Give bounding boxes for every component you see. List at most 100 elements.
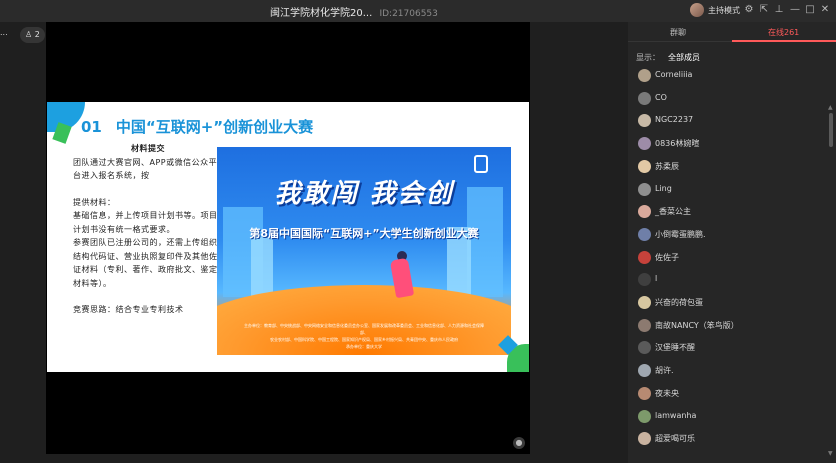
member-name: CO xyxy=(655,92,667,102)
member-item[interactable]: 佐佐子 xyxy=(638,250,818,266)
member-avatar xyxy=(638,318,651,332)
host-mode-label[interactable]: 主持模式 xyxy=(708,5,740,16)
poster-logo xyxy=(474,155,488,173)
settings-icon[interactable]: ⚙ xyxy=(742,3,756,17)
member-avatar xyxy=(638,250,651,264)
tab-group-chat[interactable]: 群聊 xyxy=(670,27,686,38)
member-item[interactable]: 汉堡睡不醒 xyxy=(638,340,818,356)
tab-online[interactable]: 在线261 xyxy=(768,27,799,38)
member-name: 苏柔辰 xyxy=(655,161,679,171)
member-item[interactable]: CO xyxy=(638,91,818,107)
member-item[interactable]: Corneliiia xyxy=(638,68,818,84)
filter-label: 显示： xyxy=(636,53,660,62)
member-name: NGC2237 xyxy=(655,115,694,125)
member-filter[interactable]: 显示： 全部成员 xyxy=(636,52,700,63)
active-tab-indicator xyxy=(732,40,836,42)
member-avatar xyxy=(638,364,651,378)
member-name: 超爱喝可乐 xyxy=(655,434,695,444)
slide-heading: 01 中国“互联网+”创新创业大赛 xyxy=(81,116,313,137)
member-avatar xyxy=(638,227,651,241)
meeting-title: 闽江学院材化学院20... xyxy=(270,8,373,19)
member-item[interactable]: 超爱喝可乐 xyxy=(638,431,818,447)
poster-footer-line: 主办单位：教育部、中央统战部、中央网络安全和信息化委员会办公室、国家发展和改革委… xyxy=(244,323,484,335)
slide-title: 中国“互联网+”创新创业大赛 xyxy=(115,118,314,136)
member-avatar xyxy=(638,296,651,309)
member-item[interactable]: Ling xyxy=(638,182,818,198)
member-item[interactable]: _香菜公主 xyxy=(638,204,818,220)
person-icon: ♙ xyxy=(25,30,33,39)
member-avatar xyxy=(638,114,651,128)
member-item[interactable]: 夜未央 xyxy=(638,386,818,402)
member-item[interactable]: NGC2237 xyxy=(638,113,818,129)
member-name: 南故NANCY（笨鸟版） xyxy=(655,320,739,330)
pin-icon[interactable]: ⊥ xyxy=(772,3,786,17)
poster-footer: 主办单位：教育部、中央统战部、中央网络安全和信息化委员会办公室、国家发展和改革委… xyxy=(241,322,487,350)
member-name: 兴奋的荷包蛋 xyxy=(655,298,703,307)
filter-value[interactable]: 全部成员 xyxy=(668,53,700,62)
member-avatar xyxy=(638,159,651,173)
scroll-down-icon[interactable]: ▼ xyxy=(828,450,833,457)
member-avatar xyxy=(638,409,651,423)
scrollbar-thumb[interactable] xyxy=(829,113,833,147)
member-avatar xyxy=(638,273,651,287)
host-avatar[interactable] xyxy=(690,3,704,17)
viewer-count-badge[interactable]: ♙ 2 xyxy=(20,27,45,43)
shared-slide: 01 中国“互联网+”创新创业大赛 材料提交 团队通过大赛官网、APP或微信公众平… xyxy=(47,102,529,372)
member-avatar xyxy=(638,69,651,82)
member-item[interactable]: l xyxy=(638,272,818,288)
section-title: 材料提交 xyxy=(131,144,165,153)
member-name: Corneliiia xyxy=(655,70,693,79)
maximize-icon[interactable]: □ xyxy=(803,3,817,17)
thinking-line: 竞赛思路：结合专业专利技术 xyxy=(73,305,184,314)
member-name: 小倒霉蛋鹏鹏. xyxy=(655,229,706,239)
left-control[interactable]: ... xyxy=(0,28,8,37)
member-item[interactable]: 胡许. xyxy=(638,363,818,379)
member-avatar xyxy=(638,137,651,151)
member-name: 0836林婉暄 xyxy=(655,139,700,149)
member-item[interactable]: 苏柔辰 xyxy=(638,159,818,175)
member-name: Ling xyxy=(655,183,672,193)
poster-building xyxy=(251,237,273,297)
panel-tabs: 群聊 在线261 xyxy=(628,22,836,42)
member-item[interactable]: 0836林婉暄 xyxy=(638,136,818,152)
para-register: 团队通过大赛官网、APP或微信公众平台进入报名系统，按 xyxy=(73,157,218,181)
slide-body: 材料提交 团队通过大赛官网、APP或微信公众平台进入报名系统，按 提供材料： 基… xyxy=(73,142,223,317)
poster-footer-line: 农业农村部、中国科学院、中国工程院、国家知识产权局、国家乡村振兴局、共青团中央、… xyxy=(270,337,458,342)
member-avatar xyxy=(638,341,651,355)
member-name: 胡许. xyxy=(655,366,674,376)
member-avatar xyxy=(638,205,651,219)
close-icon[interactable]: ✕ xyxy=(818,3,832,17)
minimize-icon[interactable]: — xyxy=(788,3,802,17)
member-name: lamwanha xyxy=(655,410,697,420)
member-avatar xyxy=(638,432,651,446)
member-name: 夜未央 xyxy=(655,388,679,398)
window-title: 闽江学院材化学院20... ID:21706553 xyxy=(270,4,438,19)
share-icon[interactable]: ⇱ xyxy=(757,3,771,17)
member-name: l xyxy=(655,274,658,284)
materials-body: 基础信息，并上传项目计划书等。项目计划书没有统一格式要求。 xyxy=(73,211,218,234)
member-item[interactable]: 小倒霉蛋鹏鹏. xyxy=(638,227,818,243)
scroll-up-icon[interactable]: ▲ xyxy=(828,104,833,111)
title-bar: 闽江学院材化学院20... ID:21706553 主持模式 ⚙ ⇱ ⊥ — □… xyxy=(0,0,836,22)
slide-number: 01 xyxy=(81,118,102,136)
member-name: 佐佐子 xyxy=(655,252,679,262)
member-item[interactable]: lamwanha xyxy=(638,409,818,425)
member-avatar xyxy=(638,182,651,196)
poster-subtitle: 第8届中国国际“互联网+”大学生创新创业大赛 xyxy=(249,227,479,240)
competition-poster: 我敢闯 我会创 第8届中国国际“互联网+”大学生创新创业大赛 主办单位：教育部、… xyxy=(217,147,511,355)
member-avatar xyxy=(638,91,651,105)
member-avatar xyxy=(638,386,651,400)
member-name: 汉堡睡不醒 xyxy=(655,343,695,353)
app-window: 闽江学院材化学院20... ID:21706553 主持模式 ⚙ ⇱ ⊥ — □… xyxy=(0,0,836,463)
meeting-id: ID:21706553 xyxy=(379,9,438,19)
microphone-icon[interactable]: ● xyxy=(513,437,525,449)
member-panel: 群聊 在线261 显示： 全部成员 Corneliiia CO NGC2237 0836… xyxy=(628,22,836,463)
member-item[interactable]: 兴奋的荷包蛋 xyxy=(638,295,818,311)
viewer-count: 2 xyxy=(34,30,40,39)
poster-footer-line: 承办单位：重庆大学 xyxy=(346,344,382,349)
materials-title: 提供材料： xyxy=(73,197,116,207)
registered-body: 参赛团队已注册公司的，还需上传组织结构代码证、营业执照复印件及其他佐证材料（专利… xyxy=(73,238,218,288)
member-name: _香菜公主 xyxy=(655,207,691,217)
poster-slogan: 我敢闯 我会创 xyxy=(274,179,454,209)
member-item[interactable]: 南故NANCY（笨鸟版） xyxy=(638,318,818,334)
